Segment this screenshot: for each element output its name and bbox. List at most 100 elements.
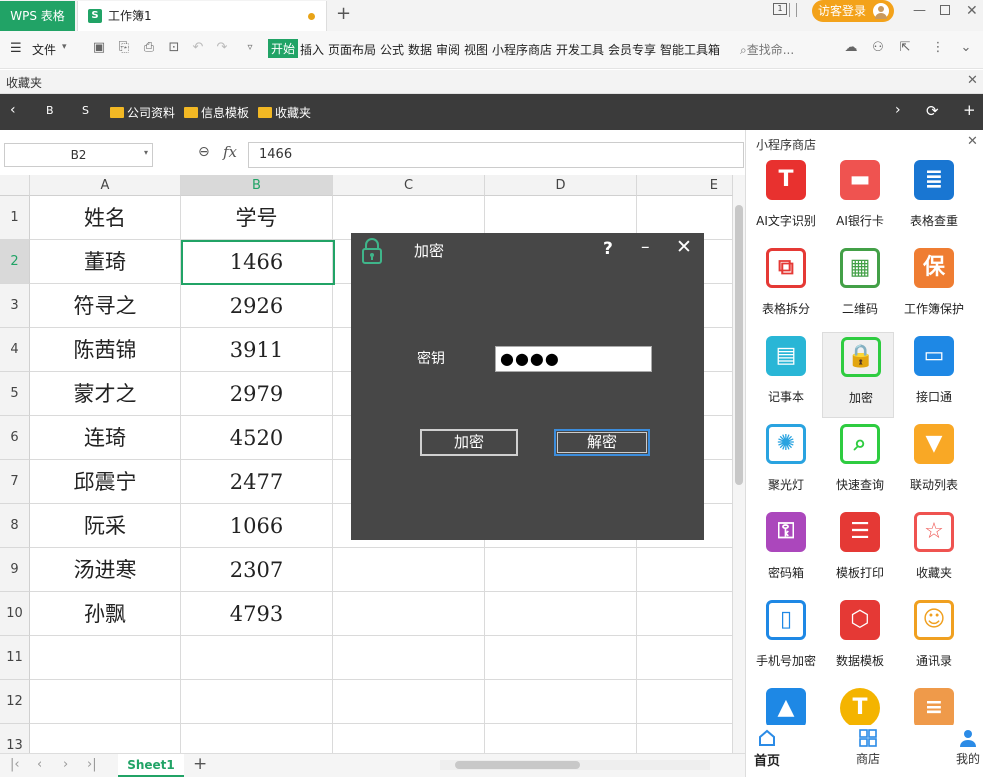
tab-developer[interactable]: 开发工具 (556, 41, 604, 58)
document-tab[interactable]: S 工作簿1 (77, 1, 327, 31)
table-cell[interactable]: 汤进寒 (30, 548, 181, 592)
vertical-scrollbar[interactable] (733, 175, 745, 753)
table-cell[interactable]: 姓名 (30, 196, 181, 240)
table-cell[interactable] (637, 680, 733, 724)
table-cell[interactable] (333, 592, 485, 636)
last-sheet-icon[interactable]: ›| (87, 757, 97, 772)
maximize-icon[interactable] (940, 5, 950, 15)
select-all-corner[interactable] (0, 175, 30, 196)
add-icon[interactable]: + (963, 101, 976, 119)
row-header[interactable]: 4 (0, 328, 30, 372)
table-cell[interactable]: 陈茜锦 (30, 328, 181, 372)
app-tile[interactable]: T (822, 684, 894, 726)
row-header[interactable]: 8 (0, 504, 30, 548)
app-tab[interactable]: WPS 表格 (0, 1, 75, 31)
tab-formula[interactable]: 公式 (380, 41, 404, 58)
app-tile[interactable]: ☰ 模板打印 (822, 508, 894, 594)
app-tile[interactable]: ▲ (748, 684, 820, 726)
close-icon[interactable]: ✕ (676, 236, 692, 258)
app-tile[interactable]: ☺ 通讯录 (896, 596, 968, 682)
preview-icon[interactable]: ⊡ (166, 40, 182, 56)
app-tile[interactable]: ▬ AI银行卡 (822, 156, 894, 242)
table-cell[interactable] (181, 724, 333, 753)
table-cell[interactable]: 3911 (181, 328, 333, 372)
app-tile[interactable]: T AI文字识别 (748, 156, 820, 242)
scrollbar-thumb[interactable] (455, 761, 580, 769)
table-cell[interactable] (30, 724, 181, 753)
nav-store[interactable]: 商店 (848, 725, 888, 767)
fav-item-company[interactable]: 公司资料 (110, 104, 175, 121)
table-cell[interactable] (181, 636, 333, 680)
tab-member[interactable]: 会员专享 (608, 41, 656, 58)
app-tile[interactable]: ▤ 记事本 (748, 332, 820, 418)
horizontal-scrollbar[interactable] (440, 760, 710, 770)
close-icon[interactable]: ✕ (967, 134, 978, 149)
nav-mine[interactable]: 我的 (948, 725, 983, 767)
fav-item-templates[interactable]: 信息模板 (184, 104, 249, 121)
table-cell[interactable] (333, 724, 485, 753)
decrypt-button[interactable]: 解密 (554, 429, 650, 456)
app-tile[interactable]: ⚿ 密码箱 (748, 508, 820, 594)
row-header[interactable]: 9 (0, 548, 30, 592)
nav-home[interactable]: 首页 (747, 725, 787, 769)
table-cell[interactable] (485, 548, 637, 592)
table-cell[interactable]: 邱震宁 (30, 460, 181, 504)
table-cell[interactable] (333, 636, 485, 680)
tab-page-layout[interactable]: 页面布局 (328, 41, 376, 58)
table-cell[interactable] (30, 680, 181, 724)
table-cell[interactable]: 2477 (181, 460, 333, 504)
app-tile[interactable]: ≡ (896, 684, 968, 726)
table-cell[interactable] (181, 680, 333, 724)
row-header[interactable]: 12 (0, 680, 30, 724)
first-sheet-icon[interactable]: |‹ (10, 757, 20, 772)
user-share-icon[interactable]: ⚇ (870, 40, 886, 56)
tab-mini-store[interactable]: 小程序商店 (492, 41, 552, 58)
app-tile[interactable]: ⬡ 数据模板 (822, 596, 894, 682)
table-cell[interactable]: 4793 (181, 592, 333, 636)
app-tile[interactable]: ☆ 收藏夹 (896, 508, 968, 594)
column-header-b[interactable]: B (181, 175, 333, 196)
row-header[interactable]: 10 (0, 592, 30, 636)
row-header[interactable]: 6 (0, 416, 30, 460)
app-tile[interactable]: ≣ 表格查重 (896, 156, 968, 242)
layout-toggle-icon[interactable] (789, 3, 797, 17)
redo-icon[interactable]: ↷ (214, 40, 230, 56)
collapse-ribbon-icon[interactable]: ⌄ (958, 40, 974, 56)
column-header-a[interactable]: A (30, 175, 181, 196)
row-header[interactable]: 5 (0, 372, 30, 416)
table-cell[interactable] (333, 680, 485, 724)
column-header-c[interactable]: C (333, 175, 485, 196)
row-header[interactable]: 1 (0, 196, 30, 240)
help-icon[interactable]: ? (603, 239, 613, 259)
refresh-icon[interactable]: ⟳ (926, 102, 939, 120)
close-icon[interactable]: ✕ (966, 3, 978, 19)
app-tile[interactable]: 保工作簿保护 (896, 244, 968, 330)
share-icon[interactable]: ⇱ (897, 40, 913, 56)
close-icon[interactable]: ✕ (967, 73, 978, 88)
chevron-right-icon[interactable]: › (895, 102, 901, 118)
cell-name-box[interactable]: B2 (4, 143, 153, 167)
app-tile[interactable]: ⧉ 表格拆分 (748, 244, 820, 330)
table-cell[interactable] (485, 724, 637, 753)
prev-sheet-icon[interactable]: ‹ (37, 757, 42, 772)
minimize-icon[interactable]: — (913, 3, 926, 18)
table-cell[interactable]: 阮采 (30, 504, 181, 548)
hamburger-icon[interactable]: ☰ (10, 41, 22, 56)
app-tile[interactable]: ✺ 聚光灯 (748, 420, 820, 506)
chevron-down-icon[interactable]: ▾ (144, 148, 148, 157)
cloud-icon[interactable]: ☁ (843, 40, 859, 56)
row-header[interactable]: 2 (0, 240, 30, 284)
table-cell[interactable] (637, 724, 733, 753)
table-cell[interactable] (637, 592, 733, 636)
export-icon[interactable]: ⎘ (116, 40, 132, 56)
fav-item-s[interactable]: S (82, 104, 89, 117)
row-header[interactable]: 7 (0, 460, 30, 504)
table-cell[interactable] (637, 548, 733, 592)
table-cell[interactable] (485, 592, 637, 636)
save-icon[interactable]: ▣ (91, 40, 107, 56)
next-sheet-icon[interactable]: › (63, 757, 68, 772)
app-tile[interactable]: ▯ 手机号加密 (748, 596, 820, 682)
tab-review[interactable]: 审阅 (436, 41, 460, 58)
undo-icon[interactable]: ↶ (190, 40, 206, 56)
new-tab-button[interactable]: + (336, 3, 351, 24)
